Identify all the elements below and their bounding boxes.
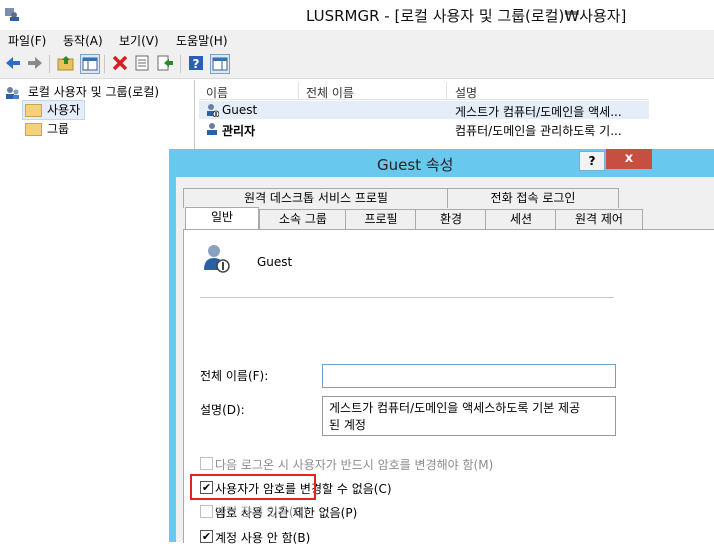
dialog-titlebar[interactable]: Guest 속성 ? x	[169, 149, 714, 177]
row-description: 컴퓨터/도메인을 관리하도록 기...	[455, 124, 622, 138]
account-locked-label: 계정 잠겨 있음(O)	[215, 505, 308, 519]
tree-root[interactable]: 로컬 사용자 및 그룹(로컬)	[5, 83, 159, 100]
back-icon[interactable]	[4, 54, 22, 72]
close-button[interactable]: x	[606, 149, 652, 169]
user-disabled-icon	[204, 245, 230, 273]
folder-icon	[25, 123, 42, 136]
list-header: 이름 전체 이름 설명	[199, 82, 649, 100]
highlight-box	[190, 474, 316, 500]
tab-dial-in[interactable]: 전화 접속 로그인	[447, 188, 619, 208]
tree-item-label: 사용자	[47, 103, 81, 117]
must-change-password-checkbox[interactable]	[200, 457, 213, 470]
delete-icon[interactable]	[111, 54, 129, 72]
tab-general[interactable]: 일반	[185, 207, 259, 229]
row-name: Guest	[222, 103, 258, 117]
tree-item-label: 그룹	[47, 122, 70, 136]
help-button[interactable]: ?	[579, 151, 605, 171]
description-label: 설명(D):	[200, 403, 245, 417]
menu-action[interactable]: 동작(A)	[63, 32, 103, 49]
tab-environment[interactable]: 환경	[415, 209, 487, 229]
folder-icon	[25, 104, 42, 117]
column-separator[interactable]	[298, 82, 299, 99]
export-icon[interactable]	[156, 54, 174, 72]
row-name: 관리자	[222, 124, 256, 138]
panel-icon[interactable]	[210, 54, 230, 74]
up-folder-icon[interactable]	[57, 54, 75, 72]
column-header-full-name[interactable]: 전체 이름	[306, 84, 354, 101]
column-separator[interactable]	[446, 82, 447, 99]
tree-pane: 로컬 사용자 및 그룹(로컬) 사용자 그룹	[0, 80, 195, 542]
table-row[interactable]: Guest 게스트가 컴퓨터/도메인을 액세...	[199, 101, 649, 119]
svg-text:?: ?	[193, 57, 200, 71]
app-icon	[5, 8, 19, 21]
description-text-line: 된 계정	[329, 418, 366, 432]
tab-member-of[interactable]: 소속 그룹	[259, 209, 347, 229]
account-disabled-label: 계정 사용 안 함(B)	[215, 531, 311, 545]
tab-remote-desktop-profile[interactable]: 원격 데스크톱 서비스 프로필	[183, 188, 449, 208]
help-icon[interactable]: ?	[187, 54, 205, 72]
column-header-name[interactable]: 이름	[206, 84, 228, 101]
tree-item-users[interactable]: 사용자	[22, 100, 86, 120]
account-locked-checkbox[interactable]	[200, 505, 213, 518]
properties-icon[interactable]	[133, 54, 151, 72]
show-hide-tree-icon[interactable]	[80, 54, 100, 74]
must-change-password-label: 다음 로그온 시 사용자가 반드시 암호를 변경해야 함(M)	[215, 458, 494, 472]
full-name-field[interactable]	[322, 364, 616, 388]
user-disabled-icon	[207, 104, 219, 117]
window-title: LUSRMGR - [로컬 사용자 및 그룹(로컬)₩사용자]	[306, 7, 627, 25]
tab-sessions[interactable]: 세션	[485, 209, 557, 229]
menu-file[interactable]: 파일(F)	[8, 32, 46, 49]
dialog-title: Guest 속성	[377, 156, 454, 174]
tab-remote-control[interactable]: 원격 제어	[555, 209, 643, 229]
table-row[interactable]: 관리자 컴퓨터/도메인을 관리하도록 기...	[199, 120, 649, 138]
menu-help[interactable]: 도움말(H)	[176, 32, 228, 49]
toolbar-separator	[49, 55, 50, 73]
user-name-label: Guest	[257, 255, 293, 269]
toolbar: ?	[0, 50, 714, 79]
toolbar-separator	[180, 55, 181, 73]
divider	[200, 297, 614, 298]
tree-item-groups[interactable]: 그룹	[25, 120, 69, 137]
forward-icon[interactable]	[26, 54, 44, 72]
row-description: 게스트가 컴퓨터/도메인을 액세...	[455, 105, 622, 119]
menu-view[interactable]: 보기(V)	[119, 32, 159, 49]
account-disabled-checkbox[interactable]: ✔	[200, 530, 213, 543]
user-icon	[207, 123, 217, 135]
description-text-line: 게스트가 컴퓨터/도메인을 액세스하도록 기본 제공	[329, 401, 581, 415]
full-name-label: 전체 이름(F):	[200, 369, 269, 383]
toolbar-separator	[104, 55, 105, 73]
column-header-description[interactable]: 설명	[455, 84, 477, 101]
menu-bar: 파일(F) 동작(A) 보기(V) 도움말(H)	[0, 30, 714, 50]
tree-root-label: 로컬 사용자 및 그룹(로컬)	[27, 85, 160, 99]
tab-profile[interactable]: 프로필	[345, 209, 417, 229]
description-field[interactable]: 게스트가 컴퓨터/도메인을 액세스하도록 기본 제공 된 계정	[322, 396, 616, 436]
users-groups-icon	[6, 86, 19, 99]
window-titlebar: LUSRMGR - [로컬 사용자 및 그룹(로컬)₩사용자]	[0, 0, 714, 30]
